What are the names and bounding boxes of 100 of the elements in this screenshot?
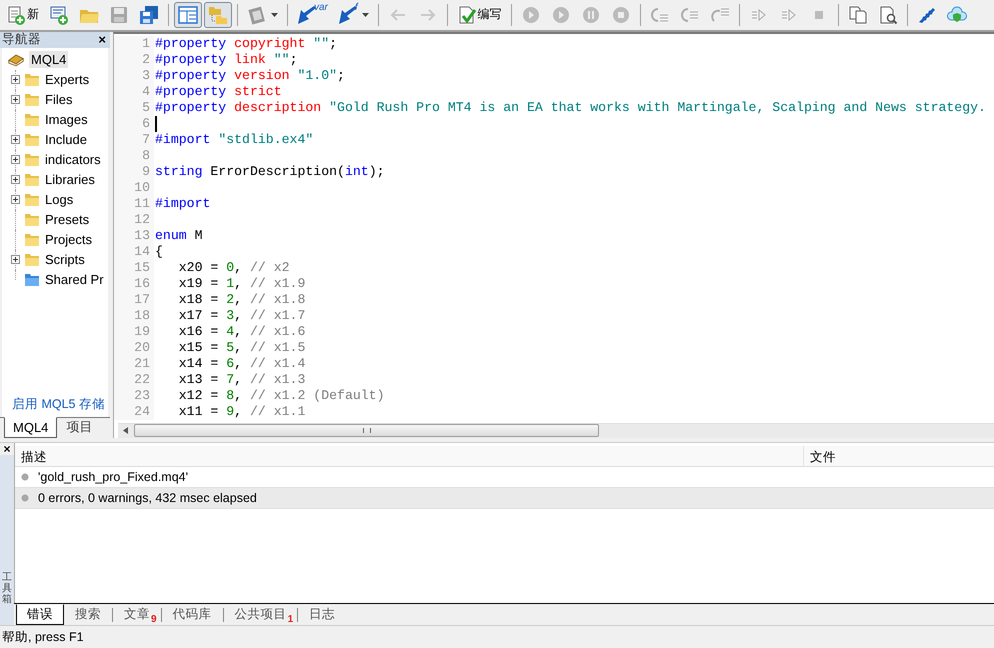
- count-label: 1: [288, 614, 294, 626]
- dot-icon: [21, 472, 29, 481]
- count-label: 9: [151, 614, 157, 626]
- cloud-shield-icon: [946, 4, 967, 25]
- code-line: x15 = 5, // x1.5: [178, 340, 306, 356]
- line-number: 21: [114, 356, 154, 372]
- toolbar-button[interactable]: [174, 2, 202, 28]
- line-number: 22: [114, 372, 154, 388]
- window-layout-icon: [178, 4, 198, 25]
- line-number: 9: [114, 164, 154, 180]
- code-line: x13 = 7, // x1.3: [178, 372, 306, 388]
- close-button[interactable]: ×: [0, 442, 14, 455]
- expand-icon[interactable]: [11, 155, 20, 164]
- storage-link[interactable]: 启用 MQL5 存储: [2, 394, 108, 417]
- column-header[interactable]: 文件: [804, 446, 842, 466]
- code-line: #property copyright "";: [155, 36, 338, 52]
- line-number: 17: [114, 292, 154, 308]
- line-number: 23: [114, 388, 154, 404]
- line-number: 6: [114, 116, 154, 132]
- line-number: 1: [114, 36, 154, 52]
- scrollbar-thumb[interactable]: [134, 424, 599, 438]
- line-number: 15: [114, 260, 154, 276]
- copy-icon: [848, 4, 868, 25]
- panel-title: 工具箱: [2, 572, 12, 606]
- scroll-left-icon[interactable]: [123, 427, 128, 434]
- line-number: 8: [114, 148, 154, 164]
- tree-item[interactable]: Scripts: [44, 252, 86, 268]
- column-header[interactable]: 描述: [15, 446, 804, 466]
- toolbar-button[interactable]: 编写: [452, 2, 506, 28]
- line-number: 14: [114, 244, 154, 260]
- tree-item[interactable]: Libraries: [44, 172, 96, 188]
- code-line: x20 = 0, // x2: [178, 260, 290, 276]
- new-project-icon: [49, 4, 69, 25]
- toolbar-button[interactable]: var: [293, 2, 332, 28]
- panel-tab[interactable]: 错误: [16, 604, 64, 625]
- code-line: enum M: [155, 228, 202, 244]
- dot-icon: [21, 494, 29, 502]
- tree-item[interactable]: Shared Pr: [44, 272, 105, 288]
- message-row[interactable]: 0 errors, 0 warnings, 432 msec elapsed: [15, 488, 994, 509]
- line-number: 11: [114, 196, 154, 212]
- panel-tab[interactable]: 项目: [57, 416, 102, 438]
- tree-item[interactable]: Experts: [44, 72, 90, 88]
- tree-item[interactable]: Include: [44, 132, 88, 148]
- code-line: #property link "";: [155, 52, 298, 68]
- book-icon: [7, 52, 25, 68]
- tree-item[interactable]: indicators: [44, 152, 102, 168]
- code-line: #import "stdlib.ex4": [155, 132, 314, 148]
- preview-icon: [878, 4, 898, 25]
- code-line: #property version "1.0";: [155, 68, 345, 84]
- line-number: 18: [114, 308, 154, 324]
- code-line: #import: [155, 196, 210, 212]
- line-number: 16: [114, 276, 154, 292]
- expand-icon[interactable]: [11, 175, 20, 184]
- expand-icon[interactable]: [11, 75, 20, 84]
- line-number: 24: [114, 404, 154, 420]
- toolbar-button[interactable]: 新: [2, 2, 43, 28]
- code-line: #property description "Gold Rush Pro MT4 is an EA that works with Martingale, Scalping and News strategy.: [155, 100, 986, 116]
- panel-tab[interactable]: MQL4: [4, 416, 58, 438]
- tree-item[interactable]: Files: [44, 92, 74, 108]
- panel-title: 导航器: [2, 31, 41, 48]
- folders-icon: [208, 4, 228, 25]
- tree-item[interactable]: MQL4: [29, 51, 68, 68]
- expand-icon[interactable]: [11, 255, 20, 264]
- panel-tab[interactable]: 搜索: [64, 604, 112, 626]
- line-number: 7: [114, 132, 154, 148]
- code-line: x16 = 4, // x1.6: [178, 324, 306, 340]
- tree-item[interactable]: Logs: [44, 192, 74, 208]
- code-line: x19 = 1, // x1.9: [178, 276, 306, 292]
- line-number: 5: [114, 100, 154, 116]
- restart-icon: [520, 4, 541, 25]
- tree-item[interactable]: Projects: [44, 232, 93, 248]
- code-line: #property strict: [155, 84, 282, 100]
- panel-tab[interactable]: 日志: [298, 604, 346, 626]
- line-number: 2: [114, 52, 154, 68]
- new-file-icon: [6, 4, 26, 25]
- floppies-icon: [139, 4, 159, 25]
- close-button[interactable]: ×: [96, 32, 108, 47]
- arrow-icon: [338, 4, 358, 25]
- tree-item[interactable]: Images: [44, 112, 89, 128]
- code-line: x17 = 3, // x1.7: [178, 308, 306, 324]
- horizontal-scrollbar[interactable]: [118, 422, 994, 438]
- floppy-icon: [109, 4, 129, 25]
- code-line: x14 = 6, // x1.4: [178, 356, 306, 372]
- code-line: string ErrorDescription(int);: [155, 164, 385, 180]
- expand-icon[interactable]: [11, 95, 20, 104]
- tree-item[interactable]: Presets: [44, 212, 90, 228]
- line-number: 10: [114, 180, 154, 196]
- expand-icon[interactable]: [11, 195, 20, 204]
- line-number: 20: [114, 340, 154, 356]
- line-number: 13: [114, 228, 154, 244]
- line-number: 12: [114, 212, 154, 228]
- status-text: 帮助, press F1: [2, 628, 84, 646]
- line-number: 4: [114, 84, 154, 100]
- expand-icon[interactable]: [11, 135, 20, 144]
- page-check-icon: [456, 4, 477, 25]
- code-line: x18 = 2, // x1.8: [178, 292, 306, 308]
- panel-tab[interactable]: 代码库: [162, 604, 223, 626]
- play-icon: [550, 4, 571, 25]
- code-line: x12 = 8, // x1.2 (Default): [178, 388, 385, 404]
- code-line: x11 = 9, // x1.1: [178, 404, 306, 420]
